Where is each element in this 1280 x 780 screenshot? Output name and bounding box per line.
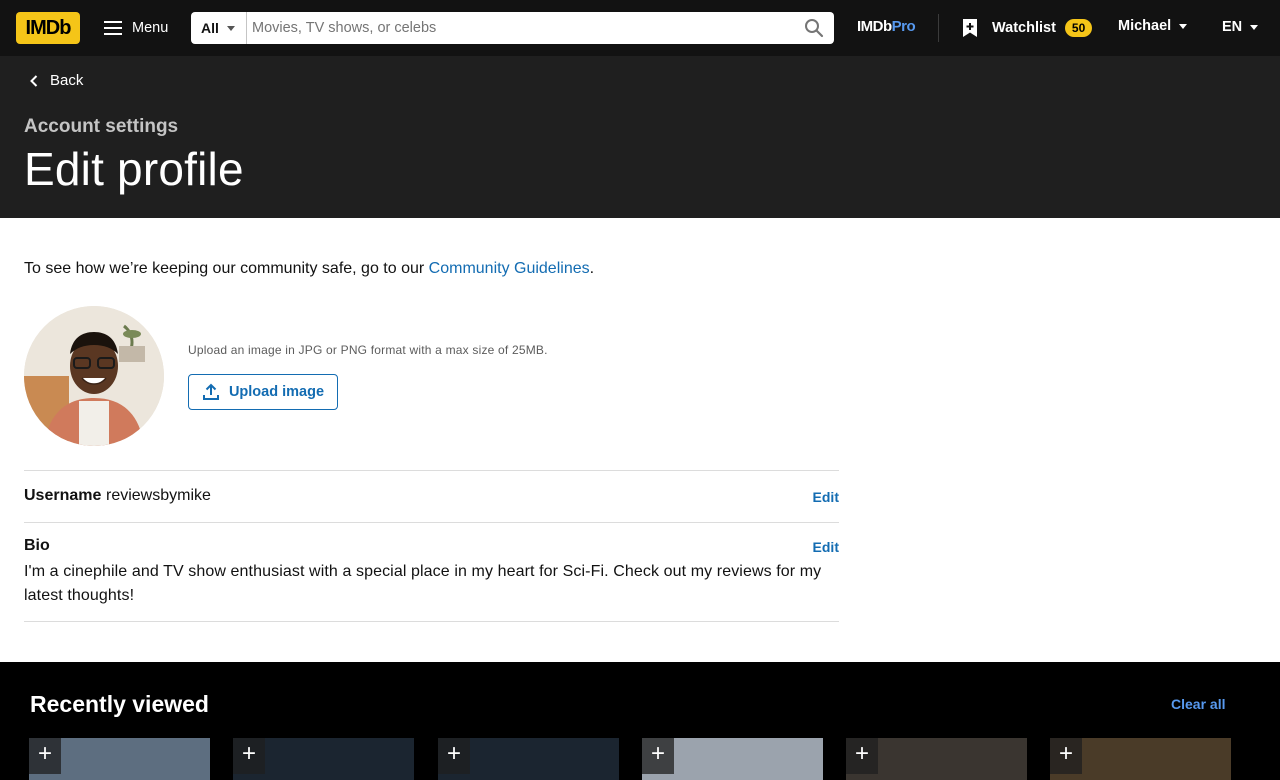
imdbpro-link[interactable]: IMDbPro [857, 18, 916, 35]
top-nav: IMDb Menu All IMDbPro Watchlist 50 Micha… [0, 0, 1280, 56]
guidelines-suffix: . [589, 260, 595, 277]
page-header: Back Account settings Edit profile [0, 56, 1280, 218]
caret-down-icon [226, 25, 235, 31]
add-to-watchlist-icon[interactable]: + [29, 738, 61, 774]
poster-5[interactable]: + [846, 738, 1027, 780]
back-link[interactable]: Back [30, 72, 83, 89]
bookmark-plus-icon [963, 19, 977, 37]
watchlist-count-badge: 50 [1064, 19, 1093, 37]
caret-down-icon [1179, 23, 1188, 29]
guidelines-notice: To see how we’re keeping our community s… [24, 260, 594, 278]
clear-all-button[interactable]: Clear all [1171, 696, 1225, 712]
hamburger-icon [104, 21, 122, 35]
menu-label: Menu [132, 20, 169, 36]
edit-username-link[interactable]: Edit [813, 489, 839, 505]
user-name: Michael [1118, 18, 1172, 34]
community-guidelines-link[interactable]: Community Guidelines [429, 260, 590, 277]
search-button[interactable] [794, 12, 834, 44]
search-category-dropdown[interactable]: All [191, 12, 247, 44]
watchlist-label: Watchlist [992, 20, 1056, 36]
page-title: Edit profile [24, 143, 244, 195]
poster-4[interactable]: + [642, 738, 823, 780]
add-to-watchlist-icon[interactable]: + [642, 738, 674, 774]
caret-down-icon [1250, 24, 1259, 30]
upload-image-button[interactable]: Upload image [188, 374, 338, 410]
upload-hint: Upload an image in JPG or PNG format wit… [188, 343, 548, 357]
search-icon [805, 19, 824, 38]
search-input[interactable] [247, 12, 794, 44]
poster-1[interactable]: + [29, 738, 210, 780]
poster-6[interactable]: + [1050, 738, 1231, 780]
pro-prefix: IMDb [857, 18, 892, 35]
recently-viewed-title: Recently viewed [30, 691, 209, 717]
bio-value: I'm a cinephile and TV show enthusiast w… [24, 563, 822, 604]
divider [24, 470, 839, 471]
imdb-logo[interactable]: IMDb [16, 12, 80, 44]
poster-2[interactable]: + [233, 738, 414, 780]
page-subtitle: Account settings [24, 116, 179, 137]
add-to-watchlist-icon[interactable]: + [438, 738, 470, 774]
upload-button-label: Upload image [228, 384, 325, 400]
menu-button[interactable]: Menu [96, 12, 168, 44]
chevron-left-icon [30, 74, 38, 87]
bio-label: Bio [24, 537, 50, 554]
watchlist-button[interactable]: Watchlist 50 [962, 12, 1093, 44]
language-selector[interactable]: EN [1222, 19, 1259, 35]
search-bar: All [191, 12, 834, 44]
divider [24, 522, 839, 523]
pro-suffix: Pro [891, 18, 916, 35]
edit-bio-link[interactable]: Edit [813, 539, 839, 555]
back-label: Back [50, 72, 84, 89]
guidelines-text: To see how we’re keeping our community s… [24, 260, 429, 277]
nav-divider [938, 14, 939, 42]
user-menu[interactable]: Michael [1118, 18, 1188, 34]
search-category-label: All [201, 20, 219, 36]
username-label: Username [24, 487, 102, 504]
add-to-watchlist-icon[interactable]: + [233, 738, 265, 774]
recently-viewed-section: Recently viewed Clear all + + + + + + [0, 662, 1280, 780]
add-to-watchlist-icon[interactable]: + [846, 738, 878, 774]
avatar [24, 306, 164, 446]
poster-3[interactable]: + [438, 738, 619, 780]
language-label: EN [1222, 19, 1243, 35]
upload-icon [202, 383, 219, 400]
profile-photo-icon [24, 306, 164, 446]
add-to-watchlist-icon[interactable]: + [1050, 738, 1082, 774]
divider [24, 621, 839, 622]
username-value: reviewsbymike [106, 487, 211, 504]
